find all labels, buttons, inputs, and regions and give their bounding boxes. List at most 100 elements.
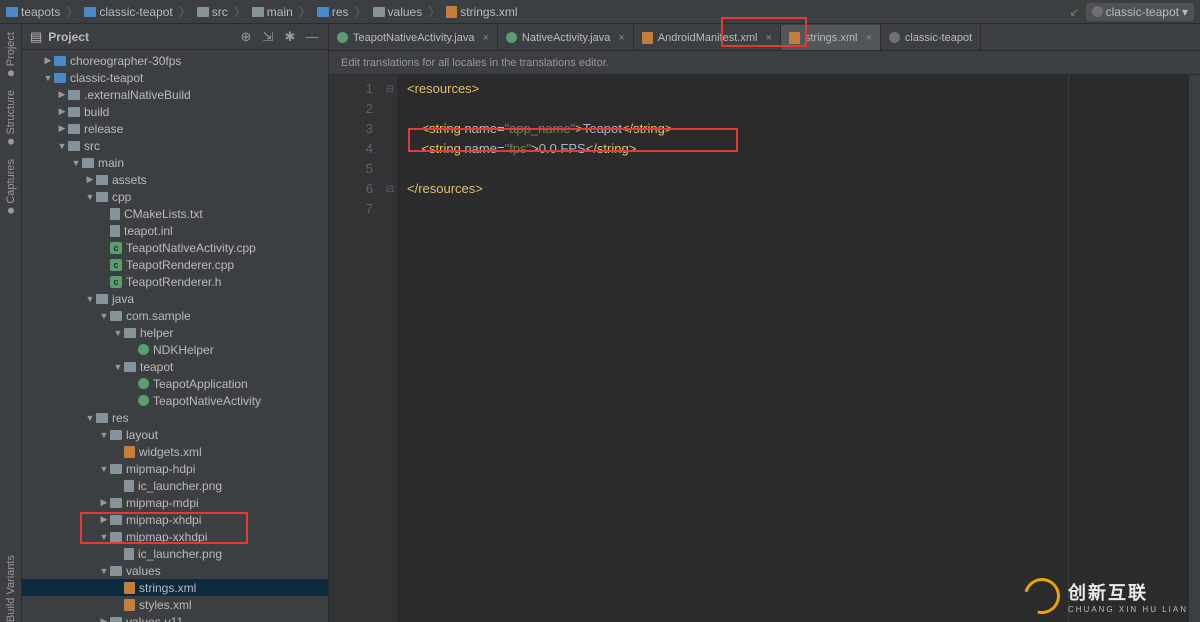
tree-label: values-v11 <box>126 615 183 622</box>
tree-row[interactable]: ▶release <box>22 120 328 137</box>
tree-row[interactable]: ic_launcher.png <box>22 545 328 562</box>
tool-tab-structure[interactable]: Structure <box>5 90 17 145</box>
tree-row[interactable]: ▶assets <box>22 171 328 188</box>
tree-arrow-icon[interactable]: ▼ <box>98 532 110 542</box>
translations-hint[interactable]: Edit translations for all locales in the… <box>329 51 1200 75</box>
tree-row[interactable]: TeapotNativeActivity <box>22 392 328 409</box>
tree-arrow-icon[interactable]: ▶ <box>98 616 110 622</box>
tree-row[interactable]: strings.xml <box>22 579 328 596</box>
tree-label: com.sample <box>126 309 191 323</box>
tool-tab-captures[interactable]: Captures <box>5 159 17 214</box>
tree-row[interactable]: ▼ com.sample <box>22 307 328 324</box>
tree-arrow-icon[interactable]: ▼ <box>84 192 96 202</box>
xml-icon <box>446 6 457 18</box>
tree-arrow-icon[interactable]: ▼ <box>112 328 124 338</box>
close-icon[interactable]: × <box>618 32 624 44</box>
tree-label: TeapotRenderer.cpp <box>126 258 234 272</box>
settings-icon[interactable]: ✱ <box>282 29 298 45</box>
tree-row[interactable]: ▼ layout <box>22 426 328 443</box>
tree-row[interactable]: ▶build <box>22 103 328 120</box>
tree-arrow-icon[interactable]: ▼ <box>84 294 96 304</box>
crumb-6[interactable]: strings.xml <box>446 5 517 19</box>
tree-row[interactable]: ▼classic-teapot <box>22 69 328 86</box>
error-stripe <box>1188 75 1200 622</box>
tree-row[interactable]: cTeapotNativeActivity.cpp <box>22 239 328 256</box>
crumb-1[interactable]: classic-teapot <box>84 5 172 19</box>
tree-label: layout <box>126 428 158 442</box>
tree-row[interactable]: NDKHelper <box>22 341 328 358</box>
tree-label: mipmap-hdpi <box>126 462 195 476</box>
run-target[interactable]: classic-teapot ▾ <box>1086 3 1194 21</box>
tree-arrow-icon[interactable]: ▶ <box>56 123 68 134</box>
tree-row[interactable]: ▶mipmap-mdpi <box>22 494 328 511</box>
tree-row[interactable]: ▼ mipmap-hdpi <box>22 460 328 477</box>
crumb-3[interactable]: main <box>252 5 293 19</box>
tab-native-activity[interactable]: NativeActivity.java× <box>498 25 634 50</box>
tab-teapot-native-activity[interactable]: TeapotNativeActivity.java× <box>329 25 498 50</box>
tree-arrow-icon[interactable]: ▶ <box>98 514 110 525</box>
tree-arrow-icon[interactable]: ▼ <box>112 362 124 372</box>
crumb-4[interactable]: res <box>317 5 349 19</box>
tree-row[interactable]: ic_launcher.png <box>22 477 328 494</box>
tree-row[interactable]: ▼ res <box>22 409 328 426</box>
close-icon[interactable]: × <box>482 32 488 44</box>
close-icon[interactable]: × <box>865 32 871 44</box>
tree-row[interactable]: ▼teapot <box>22 358 328 375</box>
tree-row[interactable]: ▶mipmap-xhdpi <box>22 511 328 528</box>
project-tree[interactable]: ▶choreographer-30fps▼classic-teapot ▶ .ext… <box>22 50 328 622</box>
tree-row[interactable]: ▶ values-v11 <box>22 613 328 622</box>
tree-arrow-icon[interactable]: ▶ <box>42 55 54 66</box>
tree-arrow-icon[interactable]: ▶ <box>56 89 68 100</box>
project-view-icon[interactable]: ▤ <box>30 29 42 45</box>
tree-row[interactable]: CMakeLists.txt <box>22 205 328 222</box>
tree-row[interactable]: ▶ .externalNativeBuild <box>22 86 328 103</box>
tree-arrow-icon[interactable]: ▶ <box>98 497 110 508</box>
tool-tab-build-variants[interactable]: Build Variants <box>5 555 17 622</box>
tree-row[interactable]: styles.xml <box>22 596 328 613</box>
fold-end-icon[interactable]: ⊟ <box>383 179 397 199</box>
tree-arrow-icon[interactable]: ▼ <box>98 566 110 576</box>
tree-arrow-icon[interactable]: ▼ <box>42 73 54 83</box>
crumb-5[interactable]: values <box>373 5 423 19</box>
tree-arrow-icon[interactable]: ▼ <box>84 413 96 423</box>
tree-row[interactable]: cTeapotRenderer.h <box>22 273 328 290</box>
tree-row[interactable]: widgets.xml <box>22 443 328 460</box>
sync-icon[interactable]: ↙ <box>1070 5 1080 19</box>
folder-icon <box>124 362 136 372</box>
tree-arrow-icon[interactable]: ▼ <box>98 311 110 321</box>
project-title: Project <box>48 30 232 44</box>
crumb-0[interactable]: teapots <box>6 5 60 19</box>
tab-android-manifest[interactable]: AndroidManifest.xml× <box>634 25 781 50</box>
close-icon[interactable]: × <box>765 32 771 44</box>
collapse-icon[interactable]: ⇲ <box>260 29 276 45</box>
tree-row[interactable]: cTeapotRenderer.cpp <box>22 256 328 273</box>
tree-row[interactable]: teapot.inl <box>22 222 328 239</box>
tree-row[interactable]: ▼mipmap-xxhdpi <box>22 528 328 545</box>
code-editor[interactable]: <resources> <string name="app_name">Teap… <box>397 75 1068 622</box>
tree-row[interactable]: ▼helper <box>22 324 328 341</box>
tree-row[interactable]: ▼java <box>22 290 328 307</box>
tree-arrow-icon[interactable]: ▶ <box>84 174 96 185</box>
tree-arrow-icon[interactable]: ▶ <box>56 106 68 117</box>
crumb-2[interactable]: src <box>197 5 228 19</box>
tree-row[interactable]: ▼src <box>22 137 328 154</box>
tree-label: res <box>112 411 129 425</box>
tree-arrow-icon[interactable]: ▼ <box>98 464 110 474</box>
tab-classic-teapot[interactable]: classic-teapot <box>881 25 981 50</box>
tree-label: ic_launcher.png <box>138 547 222 561</box>
tool-tab-project[interactable]: Project <box>5 32 17 76</box>
tree-row[interactable]: ▶choreographer-30fps <box>22 52 328 69</box>
tree-label: .externalNativeBuild <box>84 88 191 102</box>
locate-icon[interactable]: ⊕ <box>238 29 254 45</box>
tree-row[interactable]: ▼cpp <box>22 188 328 205</box>
tree-arrow-icon[interactable]: ▼ <box>98 430 110 440</box>
fold-marker[interactable]: ⊟ <box>383 79 397 99</box>
tree-row[interactable]: ▼values <box>22 562 328 579</box>
tree-row[interactable]: TeapotApplication <box>22 375 328 392</box>
tree-arrow-icon[interactable]: ▼ <box>56 141 68 151</box>
tree-row[interactable]: ▼main <box>22 154 328 171</box>
tree-arrow-icon[interactable]: ▼ <box>70 158 82 168</box>
hide-icon[interactable]: — <box>304 29 320 45</box>
java-icon <box>138 378 149 389</box>
tab-strings-xml[interactable]: strings.xml× <box>781 25 881 50</box>
